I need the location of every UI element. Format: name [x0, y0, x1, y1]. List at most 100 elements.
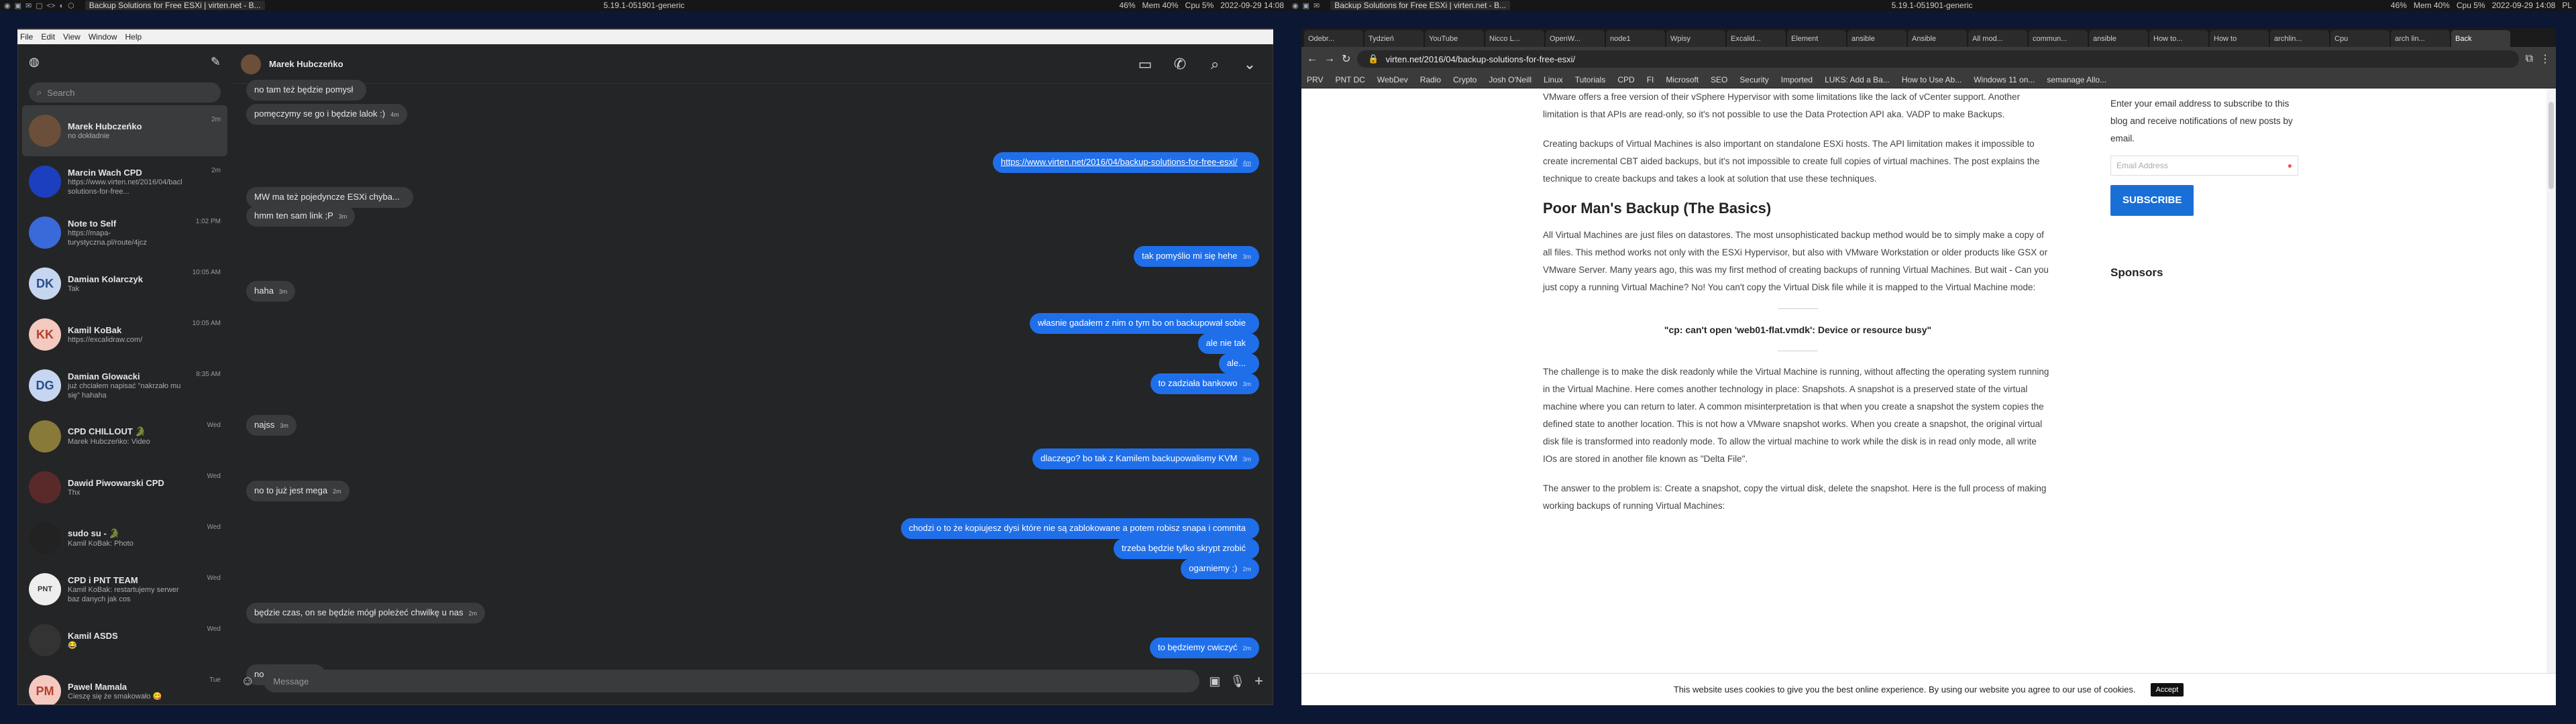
microphone-icon[interactable]: 🎙 [1230, 674, 1245, 688]
conversation-item[interactable]: CPD CHILLOUT 🐊 Marek Hubczeńko: Video Wed [22, 411, 227, 462]
menu-file[interactable]: File [20, 32, 33, 42]
browser-tab[interactable]: Tydzień [1364, 30, 1424, 47]
launcher-icon[interactable]: ◉ [4, 2, 11, 10]
bookmark-item[interactable]: LUKS: Add a Ba... [1825, 75, 1890, 84]
accept-button[interactable]: Accept [2150, 682, 2184, 697]
bookmark-item[interactable]: Imported [1781, 75, 1813, 84]
browser-tab[interactable]: All mod... [1968, 30, 2027, 47]
browser-tab[interactable]: How to [2210, 30, 2269, 47]
bookmark-item[interactable]: Linux [1544, 75, 1563, 84]
conversation-item[interactable]: Kamil ASDS 😂 Wed [22, 615, 227, 666]
bookmark-item[interactable]: Josh O'Neill [1489, 75, 1532, 84]
outgoing-message[interactable]: to zadziała bankowo 3m [1150, 373, 1259, 394]
incoming-message[interactable]: będzie czas, on se będzie mógł poleżeć c… [246, 603, 485, 623]
back-icon[interactable]: ← [1307, 53, 1318, 65]
browser-tab[interactable]: node1 [1606, 30, 1665, 47]
launcher-icon[interactable]: ◐ [60, 2, 64, 10]
forward-icon[interactable]: → [1324, 53, 1335, 65]
message-input[interactable]: Message [264, 670, 1200, 692]
outgoing-message[interactable]: tak pomyślio mi się hehe 3m [1134, 246, 1259, 267]
browser-tab[interactable]: ansible [1847, 30, 1907, 47]
incoming-message[interactable]: najss 3m [246, 415, 297, 436]
bookmark-item[interactable]: semanage Allo... [2047, 75, 2106, 84]
email-field[interactable]: Email Address ● [2110, 156, 2298, 176]
launcher-icon[interactable]: <> [47, 2, 56, 10]
browser-tab[interactable]: Cpu [2330, 30, 2390, 47]
bookmark-item[interactable]: FI [1647, 75, 1654, 84]
browser-tab[interactable]: ansible [2089, 30, 2148, 47]
bookmark-item[interactable]: WebDev [1377, 75, 1408, 84]
browser-tab[interactable]: Back [2451, 30, 2510, 47]
volume-indicator[interactable]: 46% [1119, 1, 1135, 10]
incoming-message[interactable]: pomęczymy se go i będzie lalok :) 4m [246, 104, 407, 125]
video-call-icon[interactable]: ▭ [1132, 56, 1159, 73]
address-bar[interactable]: 🔒 virten.net/2016/04/backup-solutions-for… [1357, 50, 2519, 68]
outgoing-message[interactable]: to będziemy cwiczyć 2m [1150, 638, 1259, 658]
browser-tab[interactable]: Nicco L... [1485, 30, 1544, 47]
bookmark-item[interactable]: PNT DC [1335, 75, 1364, 84]
attach-icon[interactable]: + [1254, 672, 1263, 690]
conversation-item[interactable]: PNT CPD i PNT TEAM Kamil KoBak: restartuje… [22, 564, 227, 615]
app-launchers[interactable]: ◉ ▣ ✉ [1292, 1, 1324, 10]
bookmark-item[interactable]: Windows 11 on... [1974, 75, 2035, 84]
outgoing-message[interactable]: dlaczego? bo tak z Kamilem backupowalism… [1032, 448, 1259, 469]
outgoing-message[interactable]: własnie gadałem z nim o tym bo on backup… [1029, 313, 1259, 334]
bookmark-item[interactable]: Crypto [1453, 75, 1477, 84]
outgoing-message[interactable]: ale... [1218, 353, 1259, 374]
launcher-icon[interactable]: ⬡ [68, 2, 74, 10]
reload-icon[interactable]: ↻ [1342, 52, 1350, 66]
conversation-item[interactable]: Marcin Wach CPD https://www.virten.net/20… [22, 156, 227, 207]
launcher-icon[interactable]: ▣ [15, 2, 21, 10]
browser-tab[interactable]: Wpisy [1666, 30, 1725, 47]
menu-icon[interactable]: ⋮ [2540, 52, 2551, 66]
conversation-item[interactable]: Note to Self https://mapa-turystyczna.pl/… [22, 207, 227, 258]
incoming-message[interactable]: hmm ten sam link ;P 3m [246, 206, 356, 227]
outgoing-message[interactable]: ogarniemy :) 2m [1181, 558, 1259, 579]
app-launchers[interactable]: ◉ ▣ ✉ ▢ <> ◐ ⬡ [4, 1, 78, 10]
bookmark-item[interactable]: How to Use Ab... [1902, 75, 1962, 84]
conversation-item[interactable]: DK Damian Kolarczyk Tak 10:05 AM [22, 258, 227, 309]
bookmark-item[interactable]: Radio [1420, 75, 1441, 84]
phone-icon[interactable]: ✆ [1167, 56, 1193, 73]
browser-tab[interactable]: Odebr... [1304, 30, 1363, 47]
browser-tab[interactable]: OpenW... [1546, 30, 1605, 47]
outgoing-message[interactable]: https://www.virten.net/2016/04/backup-so… [992, 152, 1259, 173]
menu-edit[interactable]: Edit [41, 32, 55, 42]
conversation-item[interactable]: Marek Hubczeńko no dokładnie 2m [22, 105, 227, 156]
emoji-icon[interactable]: ☺ [241, 674, 254, 689]
clock[interactable]: 2022-09-29 14:08 [2492, 1, 2556, 10]
clock[interactable]: 2022-09-29 14:08 [1220, 1, 1284, 10]
bookmark-item[interactable]: Security [1739, 75, 1768, 84]
incoming-message[interactable]: haha 3m [246, 281, 296, 302]
bookmark-item[interactable]: Tutorials [1575, 75, 1606, 84]
browser-tab[interactable]: How to... [2149, 30, 2208, 47]
search-input[interactable]: ⌕ Search [29, 82, 221, 103]
bookmark-item[interactable]: Microsoft [1666, 75, 1699, 84]
keyboard-layout[interactable]: PL [2562, 1, 2572, 10]
browser-tab[interactable]: arch lin... [2391, 30, 2450, 47]
browser-tab[interactable]: Element [1787, 30, 1846, 47]
chevron-down-icon[interactable]: ⌄ [1236, 56, 1263, 73]
conversation-item[interactable]: sudo su - 🐊 Kamil KoBak: Photo Wed [22, 513, 227, 564]
volume-indicator[interactable]: 46% [2391, 1, 2407, 10]
compose-icon[interactable]: ✎ [211, 55, 221, 69]
launcher-icon[interactable]: ▣ [1303, 2, 1309, 10]
menu-window[interactable]: Window [89, 32, 117, 42]
menu-help[interactable]: Help [125, 32, 142, 42]
taskbar-window[interactable]: Backup Solutions for Free ESXi | virten.… [85, 1, 265, 10]
conversation-item[interactable]: DG Damian Glowacki już chciałem napisać "n… [22, 360, 227, 411]
bookmark-item[interactable]: CPD [1617, 75, 1634, 84]
launcher-icon[interactable]: ✉ [25, 2, 32, 10]
launcher-icon[interactable]: ▢ [36, 2, 42, 10]
search-icon[interactable]: ⌕ [1201, 56, 1228, 73]
conversation-item[interactable]: Dawid Piwowarski CPD Thx Wed [22, 462, 227, 513]
chat-title[interactable]: Marek Hubczeńko [269, 59, 343, 69]
incoming-message[interactable]: no tam też będzie pomysł [246, 80, 367, 101]
browser-tab[interactable]: commun... [2029, 30, 2088, 47]
outgoing-message[interactable]: ale nie tak [1197, 333, 1259, 354]
menu-view[interactable]: View [63, 32, 80, 42]
browser-tab[interactable]: Excalid... [1727, 30, 1786, 47]
conversation-item[interactable]: PM Pawel Mamala Cieszę się że smakowało 😋 T… [22, 666, 227, 705]
avatar[interactable] [241, 54, 261, 74]
browser-tab[interactable]: YouTube [1425, 30, 1484, 47]
